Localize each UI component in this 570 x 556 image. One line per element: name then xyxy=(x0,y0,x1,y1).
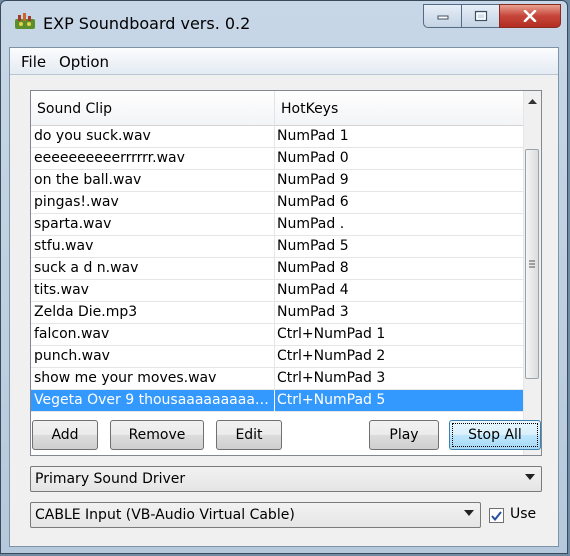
sound-clip-cell: suck a d n.wav xyxy=(31,258,275,279)
table-row[interactable]: on the ball.wav NumPad 9 xyxy=(31,170,525,192)
play-button[interactable]: Play xyxy=(369,420,439,450)
use-secondary-label[interactable]: Use xyxy=(510,506,536,522)
scrollbar-thumb[interactable] xyxy=(525,149,539,379)
chevron-down-icon xyxy=(525,474,535,480)
remove-button-label: Remove xyxy=(128,427,186,443)
hotkey-cell: NumPad 9 xyxy=(277,172,349,188)
hotkey-cell: NumPad 3 xyxy=(277,304,349,320)
remove-button[interactable]: Remove xyxy=(110,420,204,450)
hotkey-cell: NumPad 8 xyxy=(277,260,349,276)
hotkey-cell: NumPad 6 xyxy=(277,194,349,210)
minimize-icon xyxy=(437,15,448,20)
sound-clip-cell: stfu.wav xyxy=(31,236,275,257)
vertical-scrollbar[interactable] xyxy=(523,91,541,455)
maximize-icon xyxy=(474,10,487,22)
stop-all-button[interactable]: Stop All xyxy=(449,420,541,450)
table-row[interactable]: punch.wav Ctrl+NumPad 2 xyxy=(31,346,525,368)
table-row[interactable]: do you suck.wav NumPad 1 xyxy=(31,126,525,148)
secondary-sound-device-value: CABLE Input (VB-Audio Virtual Cable) xyxy=(35,507,295,523)
play-button-label: Play xyxy=(389,427,419,443)
sound-clip-cell: punch.wav xyxy=(31,346,275,367)
edit-button-label: Edit xyxy=(235,427,263,443)
app-window: EXP Soundboard vers. 0.2 File Option Sou… xyxy=(0,0,568,554)
hotkey-cell: Ctrl+NumPad 3 xyxy=(277,370,386,386)
table-row[interactable]: stfu.wav NumPad 5 xyxy=(31,236,525,258)
sound-clip-list[interactable]: Sound Clip HotKeys do you suck.wav NumPad… xyxy=(30,90,542,456)
sound-clip-cell: do you suck.wav xyxy=(31,126,275,147)
add-button-label: Add xyxy=(51,427,79,443)
hotkey-cell: Ctrl+NumPad 1 xyxy=(277,326,386,342)
primary-sound-device-value: Primary Sound Driver xyxy=(35,471,186,487)
title-bar[interactable]: EXP Soundboard vers. 0.2 xyxy=(1,1,567,47)
menu-option[interactable]: Option xyxy=(59,53,109,71)
menu-file[interactable]: File xyxy=(21,53,46,71)
hotkey-cell: NumPad 4 xyxy=(277,282,349,298)
maximize-button[interactable] xyxy=(461,4,499,28)
table-row[interactable]: falcon.wav Ctrl+NumPad 1 xyxy=(31,324,525,346)
hotkey-cell: Ctrl+NumPad 2 xyxy=(277,348,386,364)
sound-clip-cell: show me your moves.wav xyxy=(31,368,275,389)
checkmark-icon xyxy=(491,510,502,521)
stop-all-button-label: Stop All xyxy=(468,427,522,443)
minimize-button[interactable] xyxy=(423,4,461,28)
table-row[interactable]: eeeeeeeeeerrrrrr.wav NumPad 0 xyxy=(31,148,525,170)
column-header-hotkeys[interactable]: HotKeys xyxy=(275,91,525,125)
caption-buttons xyxy=(423,4,561,30)
table-row[interactable]: Vegeta Over 9 thousaaaaaaaaaaaaaaaaaaaaa… xyxy=(31,390,525,412)
use-secondary-checkbox[interactable] xyxy=(489,508,504,523)
primary-sound-device-select[interactable]: Primary Sound Driver xyxy=(30,466,542,492)
column-header-sound-clip[interactable]: Sound Clip xyxy=(31,91,275,125)
table-row[interactable]: tits.wav NumPad 4 xyxy=(31,280,525,302)
edit-button[interactable]: Edit xyxy=(216,420,282,450)
soundboard-app-icon xyxy=(15,13,35,29)
chevron-down-icon xyxy=(464,510,474,516)
hotkey-cell: NumPad . xyxy=(277,216,345,232)
sound-clip-cell: sparta.wav xyxy=(31,214,275,235)
table-row[interactable]: pingas!.wav NumPad 6 xyxy=(31,192,525,214)
list-rows: do you suck.wav NumPad 1 eeeeeeeeeerrrrrr.… xyxy=(31,126,525,412)
table-row[interactable]: Zelda Die.mp3 NumPad 3 xyxy=(31,302,525,324)
sound-clip-cell: Zelda Die.mp3 xyxy=(31,302,275,323)
menu-bar: File Option xyxy=(10,48,558,75)
secondary-sound-device-select[interactable]: CABLE Input (VB-Audio Virtual Cable) xyxy=(30,502,481,528)
sound-clip-cell: Vegeta Over 9 thousaaaaaaaaaaaaaaaaaaaaa… xyxy=(31,390,275,411)
table-row[interactable]: show me your moves.wav Ctrl+NumPad 3 xyxy=(31,368,525,390)
hotkey-cell: NumPad 1 xyxy=(277,128,349,144)
sound-clip-cell: falcon.wav xyxy=(31,324,275,345)
client-area: File Option Sound Clip HotKeys do you su… xyxy=(9,47,559,547)
scroll-up-icon xyxy=(528,99,537,104)
grip-icon xyxy=(529,260,535,268)
table-row[interactable]: sparta.wav NumPad . xyxy=(31,214,525,236)
sound-clip-cell: pingas!.wav xyxy=(31,192,275,213)
list-header: Sound Clip HotKeys xyxy=(31,91,525,126)
hotkey-cell: Ctrl+NumPad 5 xyxy=(277,392,386,408)
hotkey-cell: NumPad 0 xyxy=(277,150,349,166)
table-row[interactable]: suck a d n.wav NumPad 8 xyxy=(31,258,525,280)
sound-clip-cell: on the ball.wav xyxy=(31,170,275,191)
add-button[interactable]: Add xyxy=(32,420,98,450)
close-icon xyxy=(523,10,537,22)
sound-clip-cell: eeeeeeeeeerrrrrr.wav xyxy=(31,148,275,169)
scroll-up-button[interactable] xyxy=(524,93,541,110)
hotkey-cell: NumPad 5 xyxy=(277,238,349,254)
window-title: EXP Soundboard vers. 0.2 xyxy=(43,14,251,33)
sound-clip-cell: tits.wav xyxy=(31,280,275,301)
close-button[interactable] xyxy=(499,4,561,28)
